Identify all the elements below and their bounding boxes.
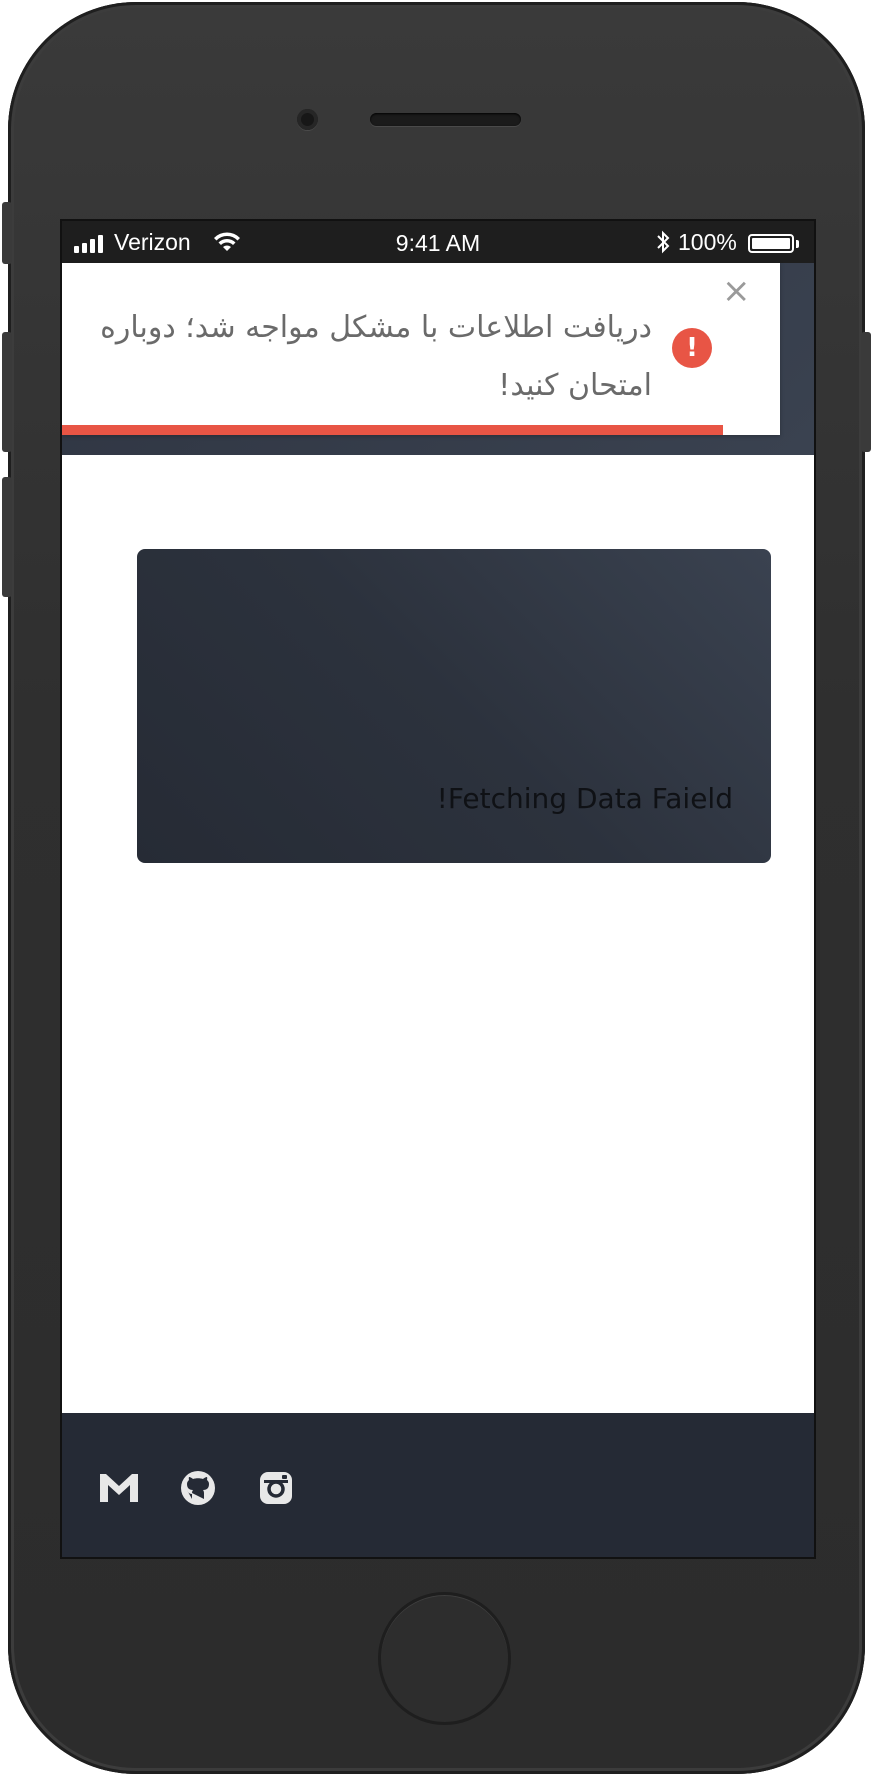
github-icon[interactable] bbox=[177, 1467, 219, 1509]
error-toast: × ! دریافت اطلاعات با مشکل مواجه شد؛ دوب… bbox=[62, 263, 780, 435]
battery-icon bbox=[748, 234, 794, 253]
error-card-text: Fetching Data Faield! bbox=[436, 782, 733, 815]
gmail-icon[interactable] bbox=[98, 1467, 140, 1509]
bluetooth-icon bbox=[655, 230, 671, 260]
battery-tip bbox=[796, 240, 799, 248]
earpiece-speaker bbox=[370, 113, 521, 126]
power-button bbox=[861, 332, 871, 452]
status-bar: Verizon 9:41 AM 100% bbox=[62, 221, 814, 263]
volume-up-button bbox=[2, 332, 12, 452]
error-card: Fetching Data Faield! bbox=[137, 549, 771, 863]
instagram-icon[interactable] bbox=[255, 1467, 297, 1509]
app-screen: Verizon 9:41 AM 100% × ! دریافت اطلاعات … bbox=[60, 219, 816, 1559]
error-icon: ! bbox=[672, 328, 712, 368]
front-camera bbox=[297, 109, 318, 130]
footer bbox=[62, 1413, 814, 1557]
mute-switch bbox=[2, 202, 12, 264]
home-button[interactable] bbox=[378, 1592, 511, 1725]
close-icon[interactable]: × bbox=[722, 271, 751, 311]
toast-message: دریافت اطلاعات با مشکل مواجه شد؛ دوباره … bbox=[100, 310, 652, 403]
toast-progress-bar bbox=[62, 425, 723, 435]
battery-percent: 100% bbox=[678, 229, 737, 255]
volume-down-button bbox=[2, 477, 12, 597]
